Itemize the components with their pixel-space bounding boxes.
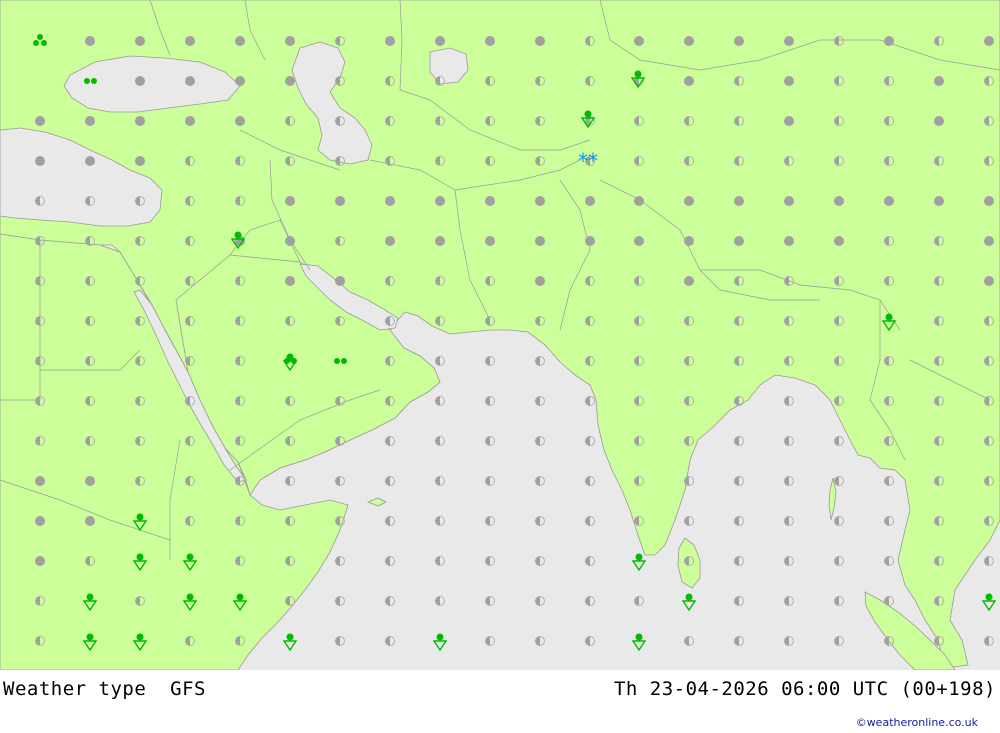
- cloudy-symbol: [85, 156, 95, 166]
- cloudy-symbol: [135, 76, 145, 86]
- cloudy-symbol: [235, 116, 245, 126]
- cloudy-symbol: [435, 36, 445, 46]
- cloudy-symbol: [485, 196, 495, 206]
- cloudy-symbol: [784, 196, 794, 206]
- cloudy-symbol: [235, 76, 245, 86]
- cloudy-symbol: [884, 36, 894, 46]
- cloudy-symbol: [485, 36, 495, 46]
- cloudy-symbol: [435, 196, 445, 206]
- cloudy-symbol: [934, 116, 944, 126]
- cloudy-symbol: [35, 116, 45, 126]
- cloudy-symbol: [535, 236, 545, 246]
- validity-time: Th 23-04-2026 06:00 UTC (00+198): [613, 678, 996, 700]
- cloudy-symbol: [85, 516, 95, 526]
- cloudy-symbol: [285, 276, 295, 286]
- cloudy-symbol: [285, 76, 295, 86]
- cloudy-symbol: [135, 36, 145, 46]
- cloudy-symbol: [784, 116, 794, 126]
- cloudy-symbol: [934, 196, 944, 206]
- cloudy-symbol: [834, 236, 844, 246]
- cloudy-symbol: [535, 276, 545, 286]
- model-name: GFS: [170, 678, 206, 700]
- cloudy-symbol: [634, 196, 644, 206]
- cloudy-symbol: [135, 156, 145, 166]
- cloudy-symbol: [285, 196, 295, 206]
- cloudy-symbol: [984, 236, 994, 246]
- cloudy-symbol: [35, 556, 45, 566]
- cloudy-symbol: [984, 36, 994, 46]
- cloudy-symbol: [634, 36, 644, 46]
- cloudy-symbol: [335, 196, 345, 206]
- cloudy-symbol: [684, 196, 694, 206]
- cloudy-symbol: [385, 36, 395, 46]
- cloudy-symbol: [35, 476, 45, 486]
- cloudy-symbol: [185, 116, 195, 126]
- cloudy-symbol: [285, 236, 295, 246]
- cloudy-symbol: [784, 236, 794, 246]
- cloudy-symbol: [734, 196, 744, 206]
- cloudy-symbol: [35, 156, 45, 166]
- cloudy-symbol: [784, 76, 794, 86]
- cloudy-symbol: [135, 116, 145, 126]
- cloudy-symbol: [185, 76, 195, 86]
- cloudy-symbol: [85, 116, 95, 126]
- map-canvas: ******: [0, 0, 1000, 670]
- cloudy-symbol: [585, 196, 595, 206]
- cloudy-symbol: [435, 236, 445, 246]
- cloudy-symbol: [585, 236, 595, 246]
- cloudy-symbol: [984, 276, 994, 286]
- cloudy-symbol: [984, 196, 994, 206]
- cloudy-symbol: [734, 36, 744, 46]
- credit-link[interactable]: ©weatheronline.co.uk: [856, 716, 978, 729]
- cloudy-symbol: [634, 236, 644, 246]
- weather-map: ******: [0, 0, 1000, 670]
- cloudy-symbol: [235, 36, 245, 46]
- map-title: Weather type GFS: [3, 678, 206, 700]
- cloudy-symbol: [335, 276, 345, 286]
- cloudy-symbol: [684, 236, 694, 246]
- cloudy-symbol: [385, 196, 395, 206]
- cloudy-symbol: [734, 236, 744, 246]
- cloudy-symbol: [385, 236, 395, 246]
- cloudy-symbol: [535, 196, 545, 206]
- cloudy-symbol: [85, 36, 95, 46]
- cloudy-symbol: [884, 196, 894, 206]
- cloudy-symbol: [285, 36, 295, 46]
- cloudy-symbol: [535, 36, 545, 46]
- cloudy-symbol: [85, 476, 95, 486]
- cloudy-symbol: [684, 36, 694, 46]
- cloudy-symbol: [35, 516, 45, 526]
- footer-bar: Weather type GFS Th 23-04-2026 06:00 UTC…: [0, 670, 1000, 733]
- cloudy-symbol: [684, 276, 694, 286]
- cloudy-symbol: [185, 36, 195, 46]
- cloudy-symbol: [684, 76, 694, 86]
- snow-icon: **: [578, 149, 598, 173]
- cloudy-symbol: [485, 236, 495, 246]
- cloudy-symbol: [784, 36, 794, 46]
- cloudy-symbol: [834, 196, 844, 206]
- svg-text:**: **: [578, 149, 598, 173]
- cloudy-symbol: [934, 76, 944, 86]
